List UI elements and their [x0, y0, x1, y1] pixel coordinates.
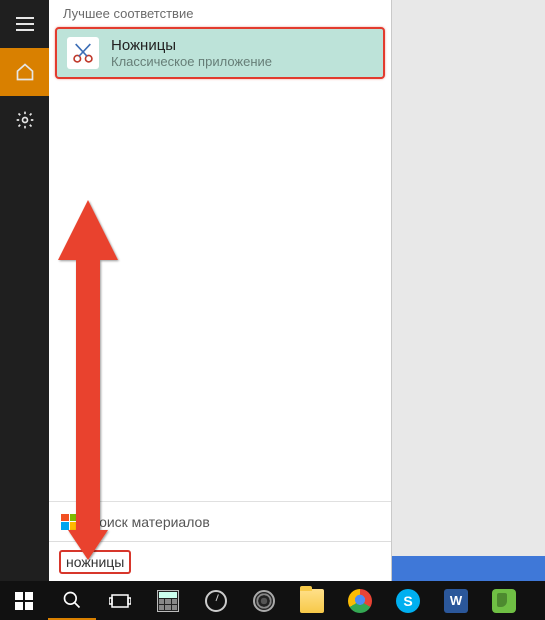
section-header-best-match: Лучшее соответствие [49, 0, 391, 27]
folder-icon [300, 589, 324, 613]
result-text: Ножницы Классическое приложение [111, 37, 272, 69]
settings-button[interactable] [0, 96, 49, 144]
taskbar-app-calculator[interactable] [144, 581, 192, 620]
calculator-icon [157, 590, 179, 612]
taskbar-app-skype[interactable] [384, 581, 432, 620]
task-view-button[interactable] [96, 581, 144, 620]
taskbar-app-chrome[interactable] [336, 581, 384, 620]
result-snipping-tool[interactable]: Ножницы Классическое приложение [55, 27, 385, 79]
search-icon [62, 590, 82, 610]
windows-start-icon [15, 592, 33, 610]
start-search-box[interactable]: ножницы [49, 541, 391, 581]
hamburger-button[interactable] [0, 0, 49, 48]
taskbar-app-word[interactable] [432, 581, 480, 620]
store-search-row[interactable]: Поиск материалов [49, 501, 391, 541]
start-button[interactable] [0, 581, 48, 620]
store-search-label: Поиск материалов [89, 514, 210, 530]
result-title: Ножницы [111, 37, 272, 54]
result-subtitle: Классическое приложение [111, 54, 272, 69]
evernote-icon [492, 589, 516, 613]
desktop-tile-fragment [392, 556, 545, 581]
start-left-rail [0, 0, 49, 581]
taskbar [0, 581, 545, 620]
home-button[interactable] [0, 48, 49, 96]
search-query-text: ножницы [59, 550, 131, 574]
skype-icon [396, 589, 420, 613]
microsoft-store-icon [61, 514, 77, 530]
gear-icon [15, 110, 35, 130]
home-icon [15, 62, 35, 82]
hamburger-icon [16, 17, 34, 31]
taskbar-app-media[interactable] [240, 581, 288, 620]
disc-icon [253, 590, 275, 612]
taskbar-app-evernote[interactable] [480, 581, 528, 620]
snipping-tool-icon [67, 37, 99, 69]
search-results-panel: Лучшее соответствие Ножницы Классическое… [49, 0, 392, 581]
clock-icon [205, 590, 227, 612]
taskbar-app-file-explorer[interactable] [288, 581, 336, 620]
word-icon [444, 589, 468, 613]
chrome-icon [348, 589, 372, 613]
taskbar-search-button[interactable] [48, 581, 96, 620]
taskbar-app-alarms[interactable] [192, 581, 240, 620]
results-spacer [49, 79, 391, 501]
task-view-icon [109, 593, 131, 609]
